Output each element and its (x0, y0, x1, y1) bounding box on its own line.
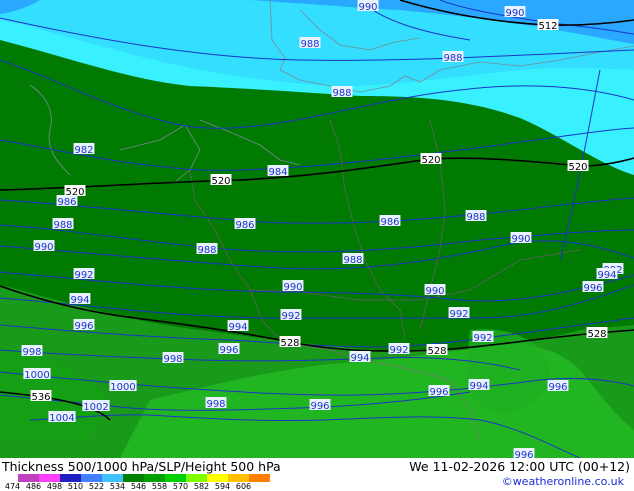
isobar-label: 998 (163, 354, 182, 365)
legend-swatch (39, 474, 60, 482)
isobar-label: 992 (449, 309, 468, 320)
isobar-label: 1002 (83, 402, 108, 413)
isobar-label: 986 (57, 197, 76, 208)
isobar-label: 988 (343, 255, 362, 266)
legend-swatch (81, 474, 102, 482)
legend-swatch (144, 474, 165, 482)
isobar-label: 988 (466, 212, 485, 223)
isobar-label: 992 (74, 270, 93, 281)
isobar-label: 990 (425, 286, 444, 297)
height-label: 520 (211, 176, 230, 187)
isobar-label: 1000 (24, 370, 49, 381)
legend-swatch (123, 474, 144, 482)
isobar-label: 1004 (49, 413, 74, 424)
legend-swatch (18, 474, 39, 482)
map-title: Thickness 500/1000 hPa/SLP/Height 500 hP… (2, 459, 281, 474)
isobar-label: 994 (469, 381, 488, 392)
isobar-label: 988 (197, 245, 216, 256)
isobar-label: 994 (350, 353, 369, 364)
isobar-label: 996 (429, 387, 448, 398)
isobar-label: 988 (53, 220, 72, 231)
isobar-label: 984 (268, 167, 287, 178)
legend-swatch (249, 474, 270, 482)
isobar-label: 992 (281, 311, 300, 322)
height-label: 528 (587, 329, 606, 340)
isobar-label: 982 (74, 145, 93, 156)
height-label: 528 (280, 338, 299, 349)
isobar-label: 990 (358, 2, 377, 13)
isobar-label: 988 (332, 88, 351, 99)
isobar-label: 990 (34, 242, 53, 253)
isobar-label: 998 (22, 347, 41, 358)
colour-legend (18, 474, 270, 482)
isobar-label: 994 (70, 295, 89, 306)
legend-swatch (60, 474, 81, 482)
isobar-label: 986 (380, 217, 399, 228)
height-label: 520 (421, 155, 440, 166)
isobar-label: 990 (505, 8, 524, 19)
isobar-label: 994 (228, 322, 247, 333)
isobar-label: 1000 (110, 382, 135, 393)
height-label: 528 (427, 346, 446, 357)
isobar-label: 992 (473, 333, 492, 344)
isobar-label: 988 (300, 39, 319, 50)
isobar-label: 992 (389, 345, 408, 356)
isobar-label: 996 (548, 382, 567, 393)
height-label: 512 (538, 21, 557, 32)
isobar-label: 990 (283, 282, 302, 293)
isobar-label: 996 (219, 345, 238, 356)
legend-swatch (207, 474, 228, 482)
legend-swatch (186, 474, 207, 482)
weather-map: 990 990 988 988 988 982 984 986 988 986 986 988 990 9… (0, 0, 634, 458)
isobar-label: 998 (206, 399, 225, 410)
legend-swatch (165, 474, 186, 482)
isobar-label: 994 (597, 270, 616, 281)
isobar-label: 990 (511, 234, 530, 245)
legend-swatch (228, 474, 249, 482)
legend-swatch (102, 474, 123, 482)
isobar-label: 996 (74, 321, 93, 332)
isobar-label: 988 (443, 53, 462, 64)
credit-link[interactable]: ©weatheronline.co.uk (502, 475, 624, 488)
footer: Thickness 500/1000 hPa/SLP/Height 500 hP… (0, 458, 634, 491)
isobar-label: 996 (310, 401, 329, 412)
valid-time: We 11-02-2026 12:00 UTC (00+12) (409, 459, 630, 474)
isobar-label: 996 (514, 450, 533, 458)
height-label: 536 (31, 392, 50, 403)
isobar-label: 996 (583, 283, 602, 294)
isobar-label: 986 (235, 220, 254, 231)
height-label: 520 (65, 187, 84, 198)
height-label: 520 (568, 162, 587, 173)
